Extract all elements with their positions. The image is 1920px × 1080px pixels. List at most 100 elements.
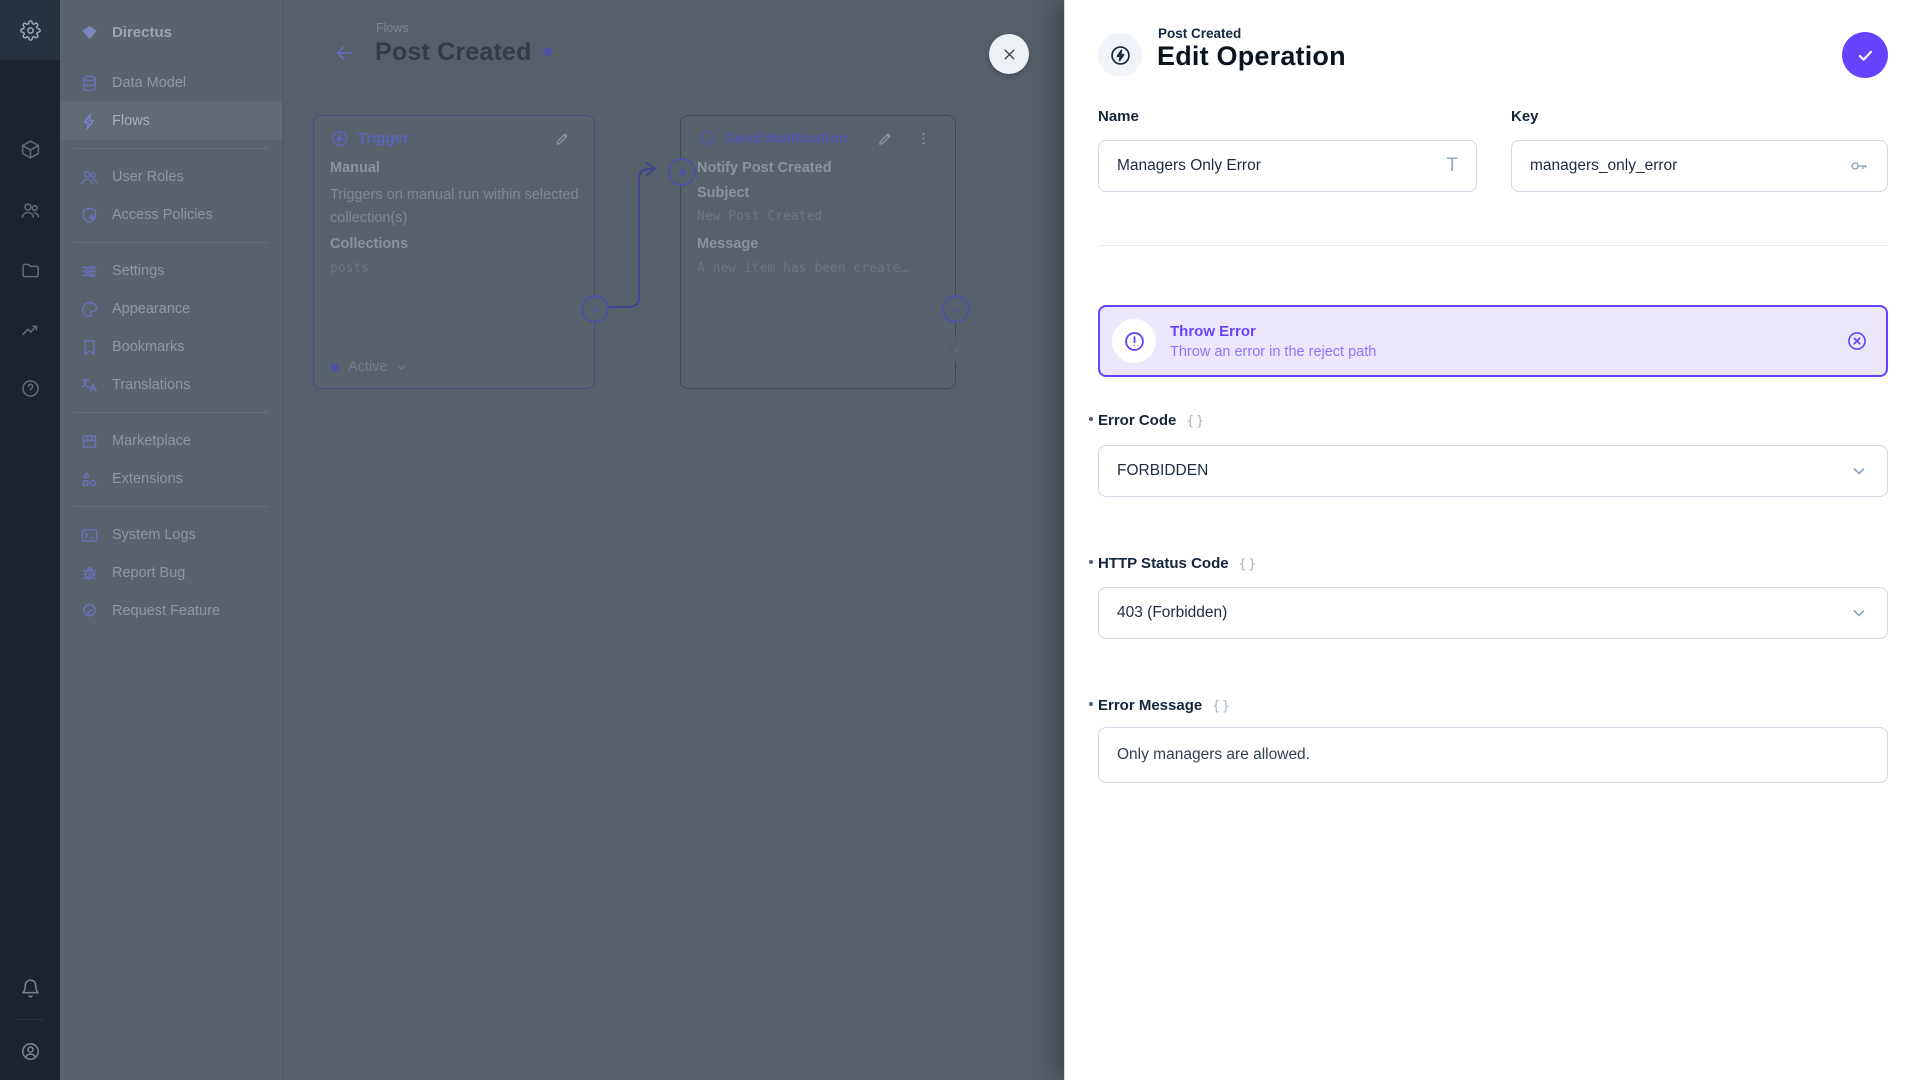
shapes-icon [80, 470, 99, 489]
module-help[interactable] [0, 358, 60, 418]
check-icon [589, 303, 602, 316]
trigger-panel[interactable]: Trigger Manual Triggers on manual run wi… [313, 115, 595, 389]
trigger-resolve-port[interactable] [581, 295, 609, 323]
sidebar-item-label: Report Bug [112, 565, 185, 581]
users-icon [20, 200, 41, 221]
required-dot [1089, 560, 1093, 564]
message-value: A new item has been create… [697, 261, 908, 276]
raw-value-toggle[interactable]: {} [1186, 414, 1206, 429]
bell-icon [697, 129, 716, 148]
sidebar-item-label: Settings [112, 263, 164, 279]
operation-input-port[interactable] [668, 158, 696, 186]
circle-alert-icon [1123, 330, 1146, 353]
help-icon [20, 378, 41, 399]
close-drawer-button[interactable] [989, 34, 1029, 74]
sidebar-item-user-roles[interactable]: User Roles [60, 158, 282, 196]
module-content-box[interactable] [0, 119, 60, 179]
operation-reject-port[interactable] [944, 337, 969, 362]
settings-icon [20, 20, 41, 41]
sidebar-item-report-bug[interactable]: Report Bug [60, 554, 282, 592]
key-input[interactable]: managers_only_error [1511, 140, 1888, 192]
trigger-type-label: Trigger [358, 130, 409, 147]
sidebar-item-label: Data Model [112, 75, 186, 91]
more-options-icon[interactable] [915, 130, 932, 147]
sidebar-item-data-model[interactable]: Data Model [60, 64, 282, 102]
operation-type-panel[interactable]: Throw Error Throw an error in the reject… [1098, 305, 1888, 377]
trigger-name: Manual [330, 160, 380, 176]
edit-pencil-icon[interactable] [554, 130, 571, 147]
sidebar-item-flows[interactable]: Flows [60, 102, 282, 140]
module-insights[interactable] [0, 299, 60, 359]
sidebar-item-label: Bookmarks [112, 339, 185, 355]
module-bar-divider [16, 1019, 44, 1020]
http-status-select[interactable]: 403 (Forbidden) [1098, 587, 1888, 639]
unsaved-dot [543, 47, 552, 56]
name-label: Name [1098, 108, 1139, 125]
tune-icon [80, 262, 99, 281]
sidebar-item-bookmarks[interactable]: Bookmarks [60, 328, 282, 366]
flow-canvas: Flows Post Created Trigger Manual Trigge… [282, 0, 1064, 1080]
sidebar-item-access-policies[interactable]: Access Policies [60, 196, 282, 234]
project-header[interactable]: Directus [60, 0, 282, 64]
operation-panel-header: Send Notification [697, 127, 941, 149]
nav-divider [60, 404, 282, 422]
operation-resolve-port[interactable] [942, 295, 970, 323]
page-title: Post Created [375, 38, 552, 67]
sidebar-item-appearance[interactable]: Appearance [60, 290, 282, 328]
storefront-icon [80, 432, 99, 451]
notifications-button[interactable] [0, 959, 60, 1017]
sidebar-item-system-logs[interactable]: System Logs [60, 516, 282, 554]
user-avatar-button[interactable] [0, 1022, 60, 1080]
folder-icon [20, 260, 41, 281]
throw-error-icon-badge [1112, 319, 1156, 363]
raw-value-toggle[interactable]: {} [1212, 699, 1232, 714]
sidebar-item-extensions[interactable]: Extensions [60, 460, 282, 498]
raw-value-toggle[interactable]: {} [1239, 557, 1259, 572]
message-label: Message [697, 236, 758, 252]
status-dot [330, 363, 339, 372]
module-settings[interactable] [0, 0, 60, 60]
nav-divider [60, 498, 282, 516]
name-input[interactable]: Managers Only Error T [1098, 140, 1477, 192]
deselect-type-button[interactable] [1846, 330, 1868, 352]
error-code-select[interactable]: FORBIDDEN [1098, 445, 1888, 497]
error-code-value: FORBIDDEN [1117, 462, 1208, 480]
trigger-panel-header: Trigger [330, 127, 580, 149]
breadcrumb[interactable]: Flows [376, 21, 409, 35]
required-dot [1089, 417, 1093, 421]
drawer-breadcrumb[interactable]: Post Created [1158, 26, 1241, 41]
edit-pencil-icon[interactable] [877, 130, 894, 147]
sidebar-item-settings[interactable]: Settings [60, 252, 282, 290]
chevron-down-icon [1849, 461, 1869, 481]
module-users[interactable] [0, 180, 60, 240]
sidebar-item-marketplace[interactable]: Marketplace [60, 422, 282, 460]
module-folder[interactable] [0, 240, 60, 300]
operation-type-label: Send Notification [725, 130, 848, 147]
http-status-label: HTTP Status Code{} [1098, 555, 1258, 572]
sidebar-item-label: Request Feature [112, 603, 220, 619]
operation-panel[interactable]: Send Notification Notify Post Created Su… [680, 115, 956, 389]
sidebar-item-translations[interactable]: Translations [60, 366, 282, 404]
access-policies-icon [80, 206, 99, 225]
account-icon [20, 1041, 41, 1062]
sidebar-item-label: Appearance [112, 301, 190, 317]
operation-icon-badge [1098, 33, 1142, 77]
sidebar-item-label: Marketplace [112, 433, 191, 449]
x-icon [951, 344, 962, 355]
back-button[interactable] [322, 31, 366, 75]
sidebar-item-label: Translations [112, 377, 190, 393]
save-button[interactable] [1842, 32, 1888, 78]
circle-bolt-icon [330, 129, 349, 148]
diamond-icon [80, 23, 99, 42]
trigger-status-dropdown[interactable]: Active [330, 359, 408, 375]
chevron-down-icon [395, 361, 408, 374]
sidebar-item-request-feature[interactable]: Request Feature [60, 592, 282, 630]
sidebar-item-label: User Roles [112, 169, 184, 185]
bell-icon [20, 978, 41, 999]
error-message-input[interactable]: Only managers are allowed. [1098, 727, 1888, 783]
collections-value: posts [330, 261, 369, 276]
title-formatter-icon: T [1446, 155, 1458, 177]
terminal-icon [80, 526, 99, 545]
check-icon [950, 303, 963, 316]
trigger-description: Triggers on manual run within selected c… [330, 184, 580, 230]
